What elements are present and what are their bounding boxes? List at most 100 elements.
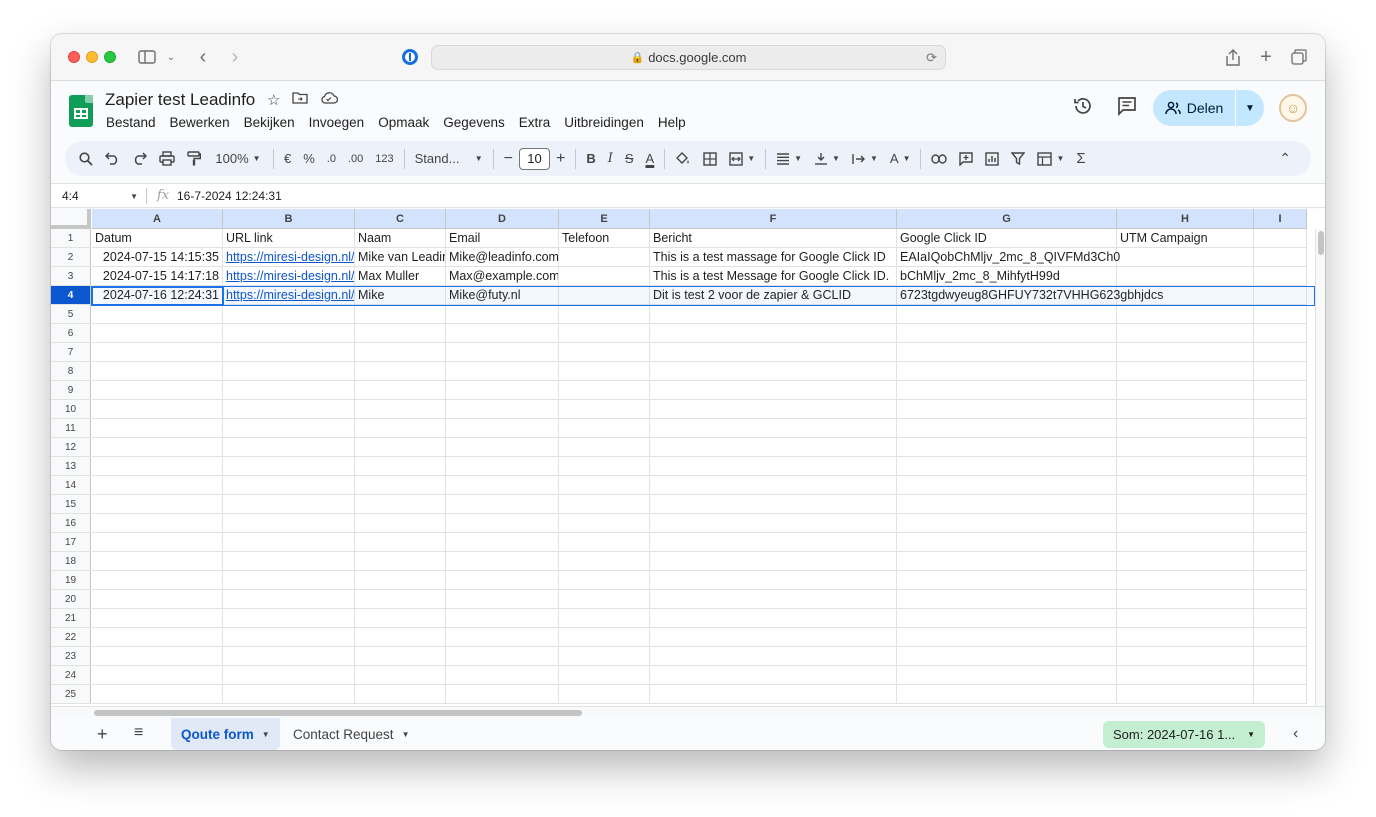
filter-icon[interactable] bbox=[1005, 147, 1031, 171]
cell-a6[interactable] bbox=[92, 324, 223, 343]
zoom-window-button[interactable] bbox=[104, 51, 116, 63]
tab-qoute-form[interactable]: Qoute form ▼ bbox=[171, 718, 280, 750]
cell-f3[interactable]: This is a test Message for Google Click … bbox=[650, 267, 897, 286]
share-icon[interactable] bbox=[1223, 47, 1243, 67]
insert-chart-icon[interactable] bbox=[979, 147, 1005, 171]
row-header-9[interactable]: 9 bbox=[51, 381, 91, 400]
cell-a25[interactable] bbox=[92, 685, 223, 704]
cell-b18[interactable] bbox=[223, 552, 355, 571]
cell-c4[interactable]: Mike bbox=[355, 286, 446, 305]
cell-c20[interactable] bbox=[355, 590, 446, 609]
cell-b14[interactable] bbox=[223, 476, 355, 495]
cell-h3[interactable] bbox=[1117, 267, 1254, 286]
cell-g21[interactable] bbox=[897, 609, 1117, 628]
cell-c5[interactable] bbox=[355, 305, 446, 324]
cell-a19[interactable] bbox=[92, 571, 223, 590]
cell-h14[interactable] bbox=[1117, 476, 1254, 495]
font-size-increase-button[interactable]: + bbox=[550, 147, 571, 171]
translate-reload-icons[interactable]: ⟳ bbox=[926, 50, 937, 66]
close-window-button[interactable] bbox=[68, 51, 80, 63]
cell-e7[interactable] bbox=[559, 343, 650, 362]
all-sheets-icon[interactable]: ≡ bbox=[134, 724, 143, 742]
cell-i4[interactable] bbox=[1254, 286, 1307, 305]
italic-button[interactable]: I bbox=[602, 147, 619, 171]
cell-h19[interactable] bbox=[1117, 571, 1254, 590]
version-history-icon[interactable] bbox=[1073, 96, 1093, 122]
cell-c25[interactable] bbox=[355, 685, 446, 704]
row-header-21[interactable]: 21 bbox=[51, 609, 91, 628]
cell-e3[interactable] bbox=[559, 267, 650, 286]
cell-e24[interactable] bbox=[559, 666, 650, 685]
row-header-20[interactable]: 20 bbox=[51, 590, 91, 609]
text-wrap-icon[interactable]: ▼ bbox=[846, 147, 884, 171]
sheets-logo-icon[interactable] bbox=[69, 95, 93, 127]
cell-i18[interactable] bbox=[1254, 552, 1307, 571]
cell-e4[interactable] bbox=[559, 286, 650, 305]
cell-c13[interactable] bbox=[355, 457, 446, 476]
cell-h1[interactable]: UTM Campaign bbox=[1117, 229, 1254, 248]
cell-d1[interactable]: Email bbox=[446, 229, 559, 248]
cell-h2[interactable] bbox=[1117, 248, 1254, 267]
column-header-b[interactable]: B bbox=[223, 209, 355, 229]
cell-i5[interactable] bbox=[1254, 305, 1307, 324]
cell-c19[interactable] bbox=[355, 571, 446, 590]
cell-g6[interactable] bbox=[897, 324, 1117, 343]
doc-title[interactable]: Zapier test Leadinfo bbox=[105, 90, 255, 110]
paint-format-icon[interactable] bbox=[181, 147, 207, 171]
cell-d10[interactable] bbox=[446, 400, 559, 419]
move-folder-icon[interactable] bbox=[292, 91, 309, 109]
cell-b22[interactable] bbox=[223, 628, 355, 647]
cell-c6[interactable] bbox=[355, 324, 446, 343]
cell-g25[interactable] bbox=[897, 685, 1117, 704]
cell-b10[interactable] bbox=[223, 400, 355, 419]
insert-comment-icon[interactable] bbox=[953, 147, 979, 171]
row-header-1[interactable]: 1 bbox=[51, 229, 91, 248]
cell-g16[interactable] bbox=[897, 514, 1117, 533]
cell-g22[interactable] bbox=[897, 628, 1117, 647]
cell-e11[interactable] bbox=[559, 419, 650, 438]
cell-i23[interactable] bbox=[1254, 647, 1307, 666]
cell-g12[interactable] bbox=[897, 438, 1117, 457]
row-header-18[interactable]: 18 bbox=[51, 552, 91, 571]
cell-i7[interactable] bbox=[1254, 343, 1307, 362]
menu-extra[interactable]: Extra bbox=[519, 115, 551, 130]
menu-invoegen[interactable]: Invoegen bbox=[309, 115, 365, 130]
cell-h21[interactable] bbox=[1117, 609, 1254, 628]
cell-c12[interactable] bbox=[355, 438, 446, 457]
cell-d7[interactable] bbox=[446, 343, 559, 362]
cell-e23[interactable] bbox=[559, 647, 650, 666]
row-header-24[interactable]: 24 bbox=[51, 666, 91, 685]
cell-h16[interactable] bbox=[1117, 514, 1254, 533]
cell-c2[interactable]: Mike van Leadinfo bbox=[355, 248, 446, 267]
cell-d19[interactable] bbox=[446, 571, 559, 590]
cell-f7[interactable] bbox=[650, 343, 897, 362]
avatar[interactable]: ☺ bbox=[1279, 94, 1307, 122]
cell-f22[interactable] bbox=[650, 628, 897, 647]
back-icon[interactable]: ‹ bbox=[193, 46, 213, 68]
cell-b7[interactable] bbox=[223, 343, 355, 362]
cell-h7[interactable] bbox=[1117, 343, 1254, 362]
cell-f1[interactable]: Bericht bbox=[650, 229, 897, 248]
column-header-i[interactable]: I bbox=[1254, 209, 1307, 229]
collapse-side-panel-icon[interactable]: ‹ bbox=[1293, 725, 1298, 743]
cell-b20[interactable] bbox=[223, 590, 355, 609]
minimize-window-button[interactable] bbox=[86, 51, 98, 63]
cell-e2[interactable] bbox=[559, 248, 650, 267]
column-header-c[interactable]: C bbox=[355, 209, 446, 229]
tab-overview-icon[interactable] bbox=[1289, 47, 1309, 67]
cell-i3[interactable] bbox=[1254, 267, 1307, 286]
cell-c14[interactable] bbox=[355, 476, 446, 495]
cell-f14[interactable] bbox=[650, 476, 897, 495]
cell-i17[interactable] bbox=[1254, 533, 1307, 552]
cell-h24[interactable] bbox=[1117, 666, 1254, 685]
cell-c22[interactable] bbox=[355, 628, 446, 647]
cell-i24[interactable] bbox=[1254, 666, 1307, 685]
cell-f24[interactable] bbox=[650, 666, 897, 685]
cell-e22[interactable] bbox=[559, 628, 650, 647]
address-bar[interactable]: 🔒 docs.google.com ⟳ bbox=[431, 45, 946, 70]
cell-i15[interactable] bbox=[1254, 495, 1307, 514]
cell-g1[interactable]: Google Click ID bbox=[897, 229, 1117, 248]
row-header-17[interactable]: 17 bbox=[51, 533, 91, 552]
column-header-a[interactable]: A bbox=[92, 209, 223, 229]
cell-e21[interactable] bbox=[559, 609, 650, 628]
